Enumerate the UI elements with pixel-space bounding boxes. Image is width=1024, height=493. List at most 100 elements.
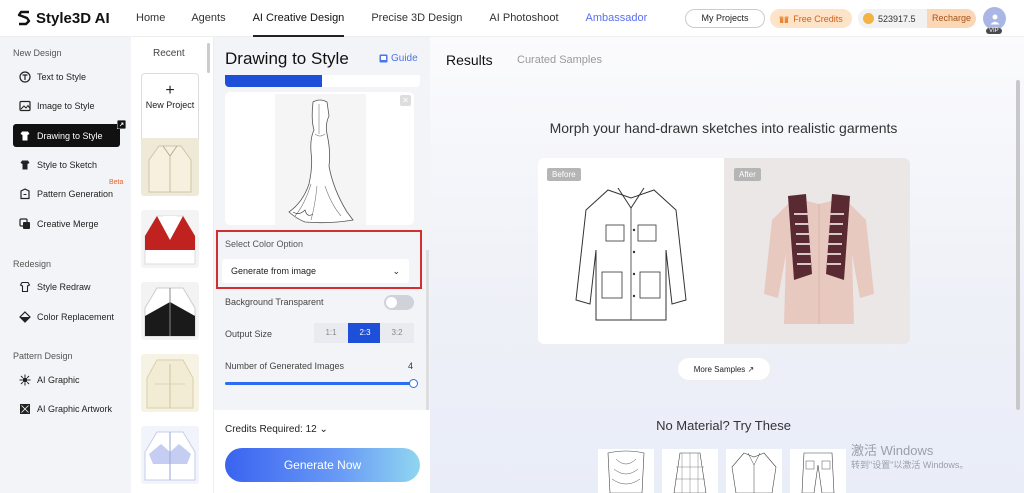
brand-name: Style3D AI xyxy=(36,9,110,27)
artwork-icon xyxy=(20,403,30,414)
sketch-thumbnail-image xyxy=(731,452,777,493)
external-link-icon xyxy=(117,120,126,129)
user-avatar[interactable]: VIP xyxy=(983,7,1006,34)
sidebar-item-label: Creative Merge xyxy=(37,218,99,229)
sidebar-item-text-to-style[interactable]: Text to Style xyxy=(13,65,120,88)
sidebar-item-ai-graphic[interactable]: AI Graphic xyxy=(13,368,120,391)
nav-precise-3d-design[interactable]: Precise 3D Design xyxy=(371,0,462,37)
no-material-title: No Material? Try These xyxy=(656,418,791,433)
chevron-down-icon: ⌄ xyxy=(319,424,328,435)
recent-thumbnail[interactable] xyxy=(141,426,199,484)
sidebar-item-label: Text to Style xyxy=(37,71,87,82)
sidebar-item-label: Color Replacement xyxy=(37,311,115,322)
generate-now-button[interactable]: Generate Now xyxy=(225,448,420,482)
text-style-icon xyxy=(19,70,31,83)
remove-image-icon[interactable]: ✕ xyxy=(400,95,411,106)
windows-activation-watermark: 激活 Windows xyxy=(851,443,934,458)
sidebar-section-new-design: New Design xyxy=(13,48,62,58)
garment-image xyxy=(146,359,194,409)
sketch-icon xyxy=(20,160,30,169)
bg-transparent-toggle[interactable] xyxy=(384,295,414,310)
num-images-label: Number of Generated Images xyxy=(225,361,345,371)
recharge-button[interactable]: Recharge xyxy=(926,9,976,28)
slider-fill xyxy=(225,382,414,385)
guide-link[interactable]: Guide xyxy=(379,53,418,64)
sample-sketch[interactable] xyxy=(726,449,782,493)
panel-footer: Credits Required: 12 ⌄ Generate Now xyxy=(214,410,430,493)
beta-badge: Beta xyxy=(109,179,124,186)
sample-sketch[interactable] xyxy=(790,449,846,493)
num-images-slider[interactable] xyxy=(225,379,418,388)
nav-ai-creative-design[interactable]: AI Creative Design xyxy=(252,0,345,37)
windows-activation-hint: 转到"设置"以激活 Windows。 xyxy=(851,460,969,470)
recent-thumbnail[interactable] xyxy=(141,354,199,412)
recent-scrollbar[interactable] xyxy=(207,43,210,73)
panel-title: Drawing to Style xyxy=(225,49,349,68)
credits-required[interactable]: Credits Required: 12 ⌄ xyxy=(225,424,328,435)
recent-thumbnail[interactable] xyxy=(141,282,199,340)
uploaded-sketch[interactable]: ✕ xyxy=(225,92,414,225)
after-tag: After xyxy=(734,168,761,181)
num-images-value: 4 xyxy=(408,361,414,371)
tab-results[interactable]: Results xyxy=(446,52,493,68)
color-icon xyxy=(19,310,31,323)
style3d-logo-icon xyxy=(17,10,31,26)
output-size-3-2[interactable]: 3:2 xyxy=(380,323,414,343)
sidebar-item-color-replacement[interactable]: Color Replacement xyxy=(13,305,120,328)
sidebar-item-creative-merge[interactable]: Creative Merge xyxy=(13,212,120,235)
credits-required-label: Credits Required: 12 xyxy=(225,424,317,435)
credit-balance: 523917.5 Recharge xyxy=(858,9,976,28)
sidebar-item-label: Image to Style xyxy=(37,100,95,111)
sidebar-item-ai-graphic-artwork[interactable]: AI Graphic Artwork xyxy=(13,397,120,420)
new-project-label: New Project xyxy=(145,100,195,110)
sidebar-section-redesign: Redesign xyxy=(13,259,52,269)
sidebar-item-image-to-style[interactable]: Image to Style xyxy=(13,94,120,117)
nav-ai-photoshoot[interactable]: AI Photoshoot xyxy=(489,0,558,37)
toggle-knob xyxy=(386,297,397,308)
sidebar-item-style-redraw[interactable]: Style Redraw xyxy=(13,275,120,298)
garment-image xyxy=(148,145,192,193)
gift-icon xyxy=(779,16,789,23)
output-size-label: Output Size xyxy=(225,329,273,339)
results-scrollbar[interactable] xyxy=(1016,80,1020,410)
sketch-thumbnail-image xyxy=(801,452,835,493)
free-credits-button[interactable]: Free Credits xyxy=(770,9,852,28)
nav-home[interactable]: Home xyxy=(136,0,165,37)
recent-thumbnail[interactable] xyxy=(141,210,199,268)
output-size-1-1[interactable]: 1:1 xyxy=(314,323,348,343)
my-projects-button[interactable]: My Projects xyxy=(685,9,765,28)
user-icon xyxy=(990,14,999,24)
brand-logo[interactable]: Style3D AI xyxy=(16,9,110,27)
more-samples-label: More Samples xyxy=(693,365,746,374)
nav-agents[interactable]: Agents xyxy=(191,0,225,37)
input-mode-tab-active[interactable] xyxy=(225,75,322,87)
tab-curated-samples[interactable]: Curated Samples xyxy=(517,54,602,66)
redraw-icon xyxy=(19,281,31,292)
sidebar-item-style-to-sketch[interactable]: Style to Sketch xyxy=(13,153,120,176)
garment-image xyxy=(144,215,196,265)
nav-ambassador[interactable]: Ambassador xyxy=(586,0,648,37)
before-after-comparison: Before After xyxy=(538,158,910,344)
sidebar-item-label: AI Graphic xyxy=(37,374,80,385)
plus-icon: + xyxy=(165,82,175,99)
sidebar-item-pattern-generation[interactable]: Pattern Generation xyxy=(13,182,120,205)
coin-icon xyxy=(863,13,874,24)
garment-image xyxy=(144,287,196,337)
more-samples-button[interactable]: More Samples ↗ xyxy=(677,357,771,381)
input-mode-tabs[interactable] xyxy=(225,75,420,87)
recent-thumbnail[interactable] xyxy=(141,138,199,196)
drawing-style-icon xyxy=(20,131,30,140)
graphic-icon xyxy=(19,374,31,385)
sample-sketch[interactable] xyxy=(662,449,718,493)
panel-scrollbar[interactable] xyxy=(426,250,429,410)
recent-projects-panel: Recent + New Project xyxy=(131,37,214,493)
slider-handle[interactable] xyxy=(409,379,418,388)
sample-sketch[interactable] xyxy=(598,449,654,493)
output-size-2-3[interactable]: 2:3 xyxy=(348,323,382,343)
results-area: Results Curated Samples Morph your hand-… xyxy=(430,37,1024,493)
highlight-box xyxy=(216,230,422,289)
merge-icon xyxy=(19,217,30,229)
sidebar-item-label: AI Graphic Artwork xyxy=(37,403,113,414)
before-tag: Before xyxy=(547,168,581,181)
sidebar-item-drawing-to-style[interactable]: Drawing to Style xyxy=(13,120,126,147)
